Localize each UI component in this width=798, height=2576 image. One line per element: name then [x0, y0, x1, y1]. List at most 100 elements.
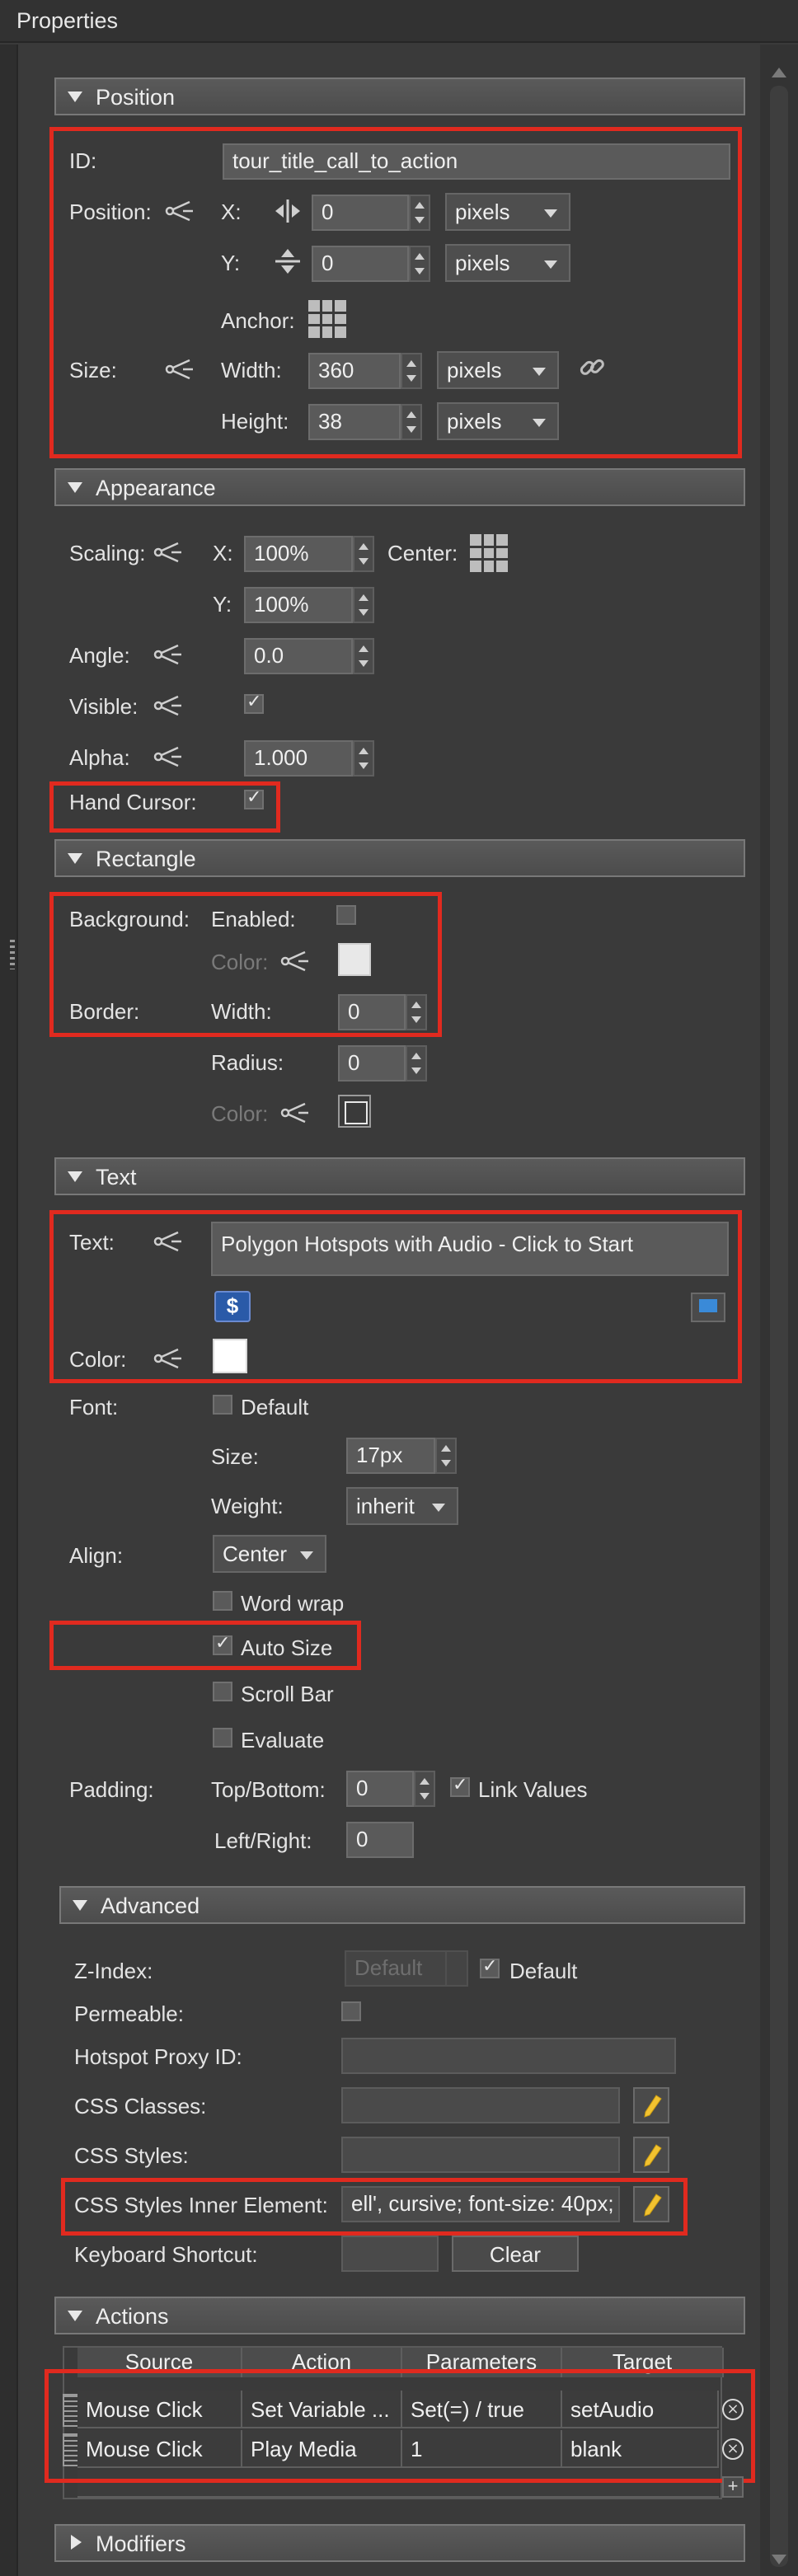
height-unit-select[interactable]: pixels [437, 402, 559, 440]
height-stepper[interactable] [401, 404, 422, 440]
remove-action-icon[interactable]: × [722, 2399, 744, 2420]
size-label: Size: [69, 358, 117, 382]
center-grid-icon[interactable] [470, 534, 508, 572]
border-width-input[interactable]: 0 [338, 994, 406, 1030]
vertical-scrollbar[interactable] [760, 45, 798, 2576]
text-content-input[interactable]: Polygon Hotspots with Audio - Click to S… [211, 1222, 729, 1276]
font-default-checkbox[interactable] [213, 1395, 232, 1415]
visible-checkbox[interactable] [244, 692, 264, 714]
position-y-unit-select[interactable]: pixels [445, 244, 570, 282]
share-icon[interactable] [165, 198, 196, 224]
horizontal-align-icon [275, 199, 300, 223]
left-right-label: Left/Right: [214, 1828, 312, 1853]
scroll-up-icon[interactable] [772, 68, 786, 77]
background-enabled-checkbox[interactable] [336, 905, 356, 925]
section-header-position[interactable]: Position [54, 77, 745, 115]
scaling-x-label: X: [213, 541, 233, 565]
share-icon[interactable] [153, 692, 185, 719]
height-input[interactable]: 38 [308, 404, 401, 440]
position-label: Position: [69, 199, 152, 224]
share-icon[interactable] [280, 948, 312, 974]
hand-cursor-checkbox[interactable] [244, 787, 264, 809]
angle-stepper[interactable] [353, 638, 374, 674]
resize-grip-icon[interactable] [10, 940, 15, 969]
section-header-advanced[interactable]: Advanced [59, 1886, 745, 1924]
css-classes-edit-button[interactable] [633, 2087, 669, 2123]
width-unit-select[interactable]: pixels [437, 351, 559, 389]
section-header-text[interactable]: Text [54, 1157, 745, 1195]
section-header-actions[interactable]: Actions [54, 2297, 745, 2334]
css-styles-edit-button[interactable] [633, 2137, 669, 2173]
section-header-appearance[interactable]: Appearance [54, 468, 745, 506]
position-y-input[interactable]: 0 [312, 246, 409, 282]
hotspot-proxy-input[interactable] [341, 2038, 676, 2074]
scroll-thumb[interactable] [770, 86, 788, 2567]
css-inner-input[interactable]: ell', cursive; font-size: 40px; [341, 2186, 620, 2222]
share-icon[interactable] [153, 539, 185, 565]
text-color-swatch[interactable] [213, 1339, 247, 1373]
font-size-input[interactable]: 17px [346, 1438, 435, 1474]
section-header-modifiers[interactable]: Modifiers [54, 2524, 745, 2562]
link-values-checkbox[interactable] [450, 1775, 470, 1797]
keyboard-clear-button[interactable]: Clear [452, 2236, 579, 2272]
padding-top-bottom-input[interactable]: 0 [346, 1771, 414, 1807]
padding-left-right-input[interactable]: 0 [346, 1822, 414, 1858]
share-icon[interactable] [280, 1100, 312, 1126]
keyboard-shortcut-input[interactable] [341, 2236, 439, 2272]
text-editor-icon[interactable] [691, 1293, 725, 1322]
font-size-stepper[interactable] [435, 1438, 457, 1474]
scroll-bar-checkbox[interactable] [213, 1682, 232, 1701]
angle-label: Angle: [69, 643, 130, 668]
align-select[interactable]: Center [213, 1535, 326, 1573]
permeable-checkbox[interactable] [341, 2001, 361, 2021]
scroll-down-icon[interactable] [772, 2555, 786, 2564]
variable-dollar-icon[interactable]: $ [214, 1291, 251, 1322]
share-icon[interactable] [153, 1345, 185, 1372]
border-color-swatch[interactable] [338, 1095, 371, 1128]
border-width-stepper[interactable] [406, 994, 427, 1030]
evaluate-checkbox[interactable] [213, 1728, 232, 1748]
text-color-label: Color: [69, 1347, 127, 1372]
position-x-unit-select[interactable]: pixels [445, 193, 570, 231]
position-x-stepper[interactable] [409, 195, 430, 231]
scaling-x-input[interactable]: 100% [244, 536, 353, 572]
alpha-input[interactable]: 1.000 [244, 740, 353, 777]
scaling-x-stepper[interactable] [353, 536, 374, 572]
scaling-y-stepper[interactable] [353, 587, 374, 623]
radius-stepper[interactable] [406, 1045, 427, 1082]
css-inner-edit-button[interactable] [633, 2186, 669, 2222]
background-color-swatch[interactable] [338, 943, 371, 976]
add-action-icon[interactable]: + [722, 2476, 744, 2498]
share-icon[interactable] [165, 356, 196, 382]
css-styles-input[interactable] [341, 2137, 620, 2173]
angle-input[interactable]: 0.0 [244, 638, 353, 674]
remove-action-icon[interactable]: × [722, 2438, 744, 2460]
auto-size-label: Auto Size [241, 1635, 333, 1660]
font-weight-select[interactable]: inherit [346, 1487, 458, 1525]
link-chain-icon[interactable] [577, 353, 607, 382]
word-wrap-checkbox[interactable] [213, 1591, 232, 1611]
section-header-rectangle[interactable]: Rectangle [54, 839, 745, 877]
padding-top-bottom-stepper[interactable] [414, 1771, 435, 1807]
anchor-grid-icon[interactable] [308, 300, 346, 338]
scaling-y-input[interactable]: 100% [244, 587, 353, 623]
share-icon[interactable] [153, 641, 185, 668]
collapse-triangle-icon [68, 1171, 82, 1182]
css-classes-input[interactable] [341, 2087, 620, 2123]
width-stepper[interactable] [401, 353, 422, 389]
alpha-stepper[interactable] [353, 740, 374, 777]
chevron-down-icon [544, 209, 557, 218]
auto-size-checkbox[interactable] [213, 1633, 232, 1655]
share-icon[interactable] [153, 744, 185, 770]
chevron-down-icon [432, 1504, 445, 1512]
id-input[interactable]: tour_title_call_to_action [223, 143, 730, 180]
width-input[interactable]: 360 [308, 353, 401, 389]
zindex-chevron-icon[interactable] [445, 1950, 468, 1987]
radius-input[interactable]: 0 [338, 1045, 406, 1082]
position-x-input[interactable]: 0 [312, 195, 409, 231]
share-icon[interactable] [153, 1228, 185, 1255]
position-y-stepper[interactable] [409, 246, 430, 282]
left-resize-strip[interactable] [0, 45, 18, 2576]
permeable-label: Permeable: [74, 2001, 184, 2026]
zindex-default-checkbox[interactable] [480, 1956, 500, 1978]
